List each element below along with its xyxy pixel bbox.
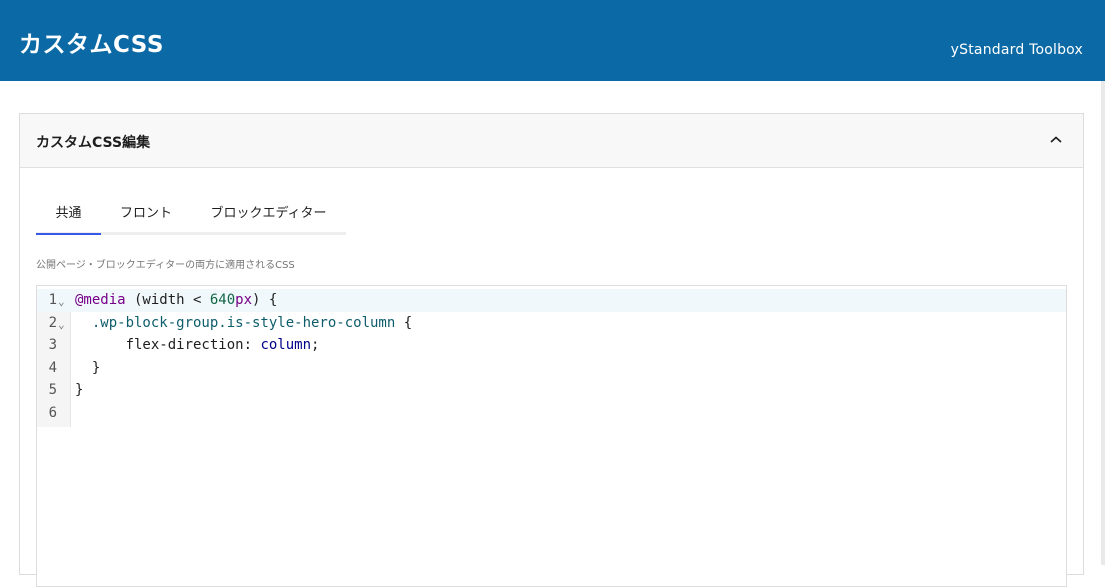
panel-header[interactable]: カスタムCSS編集: [20, 114, 1083, 168]
code-line[interactable]: 5 }: [37, 379, 1066, 402]
code-text: .wp-block-group.is-style-hero-column {: [91, 314, 413, 331]
line-number: 5: [48, 382, 57, 398]
page-title: カスタムCSS: [19, 32, 164, 58]
css-code-editor[interactable]: 1 ⌄ @media (width < 640px) { 2 ⌄ .wp-blo…: [36, 285, 1067, 587]
line-number: 2: [48, 314, 57, 331]
code-text: flex-direction: column;: [125, 337, 320, 353]
collapse-button[interactable]: [1043, 127, 1069, 153]
line-number: 1: [48, 292, 57, 308]
code-line[interactable]: 3 flex-direction: column;: [37, 334, 1066, 357]
code-text: }: [75, 359, 101, 376]
line-number: 4: [48, 359, 57, 376]
code-line[interactable]: 2 ⌄ .wp-block-group.is-style-hero-column…: [37, 312, 1066, 335]
line-number: 3: [48, 337, 57, 353]
fold-toggle-icon[interactable]: ⌄: [58, 291, 65, 314]
fold-toggle-icon[interactable]: ⌄: [58, 314, 65, 337]
code-line[interactable]: 1 ⌄ @media (width < 640px) {: [37, 289, 1066, 312]
tab-list: 共通 フロント ブロックエディター: [36, 190, 346, 235]
code-text: }: [75, 382, 84, 398]
top-bar: カスタムCSS yStandard Toolbox: [0, 0, 1105, 81]
tab-description: 公開ページ・ブロックエディターの両方に適用されるCSS: [36, 260, 295, 271]
tab-front[interactable]: フロント: [101, 190, 191, 232]
scrollbar-track[interactable]: [1101, 81, 1105, 565]
code-line[interactable]: 6: [37, 402, 1066, 425]
chevron-up-icon: [1050, 136, 1062, 143]
custom-css-panel: カスタムCSS編集 共通 フロント ブロックエディター 公開ページ・ブロックエデ…: [19, 113, 1084, 587]
panel-title: カスタムCSS編集: [36, 135, 151, 151]
code-text: @media (width < 640px) {: [75, 292, 278, 308]
code-line[interactable]: 4 }: [37, 357, 1066, 380]
tab-block-editor[interactable]: ブロックエディター: [191, 190, 346, 232]
brand-name: yStandard Toolbox: [950, 42, 1083, 58]
line-number: 6: [48, 404, 57, 421]
tab-common[interactable]: 共通: [36, 190, 101, 235]
